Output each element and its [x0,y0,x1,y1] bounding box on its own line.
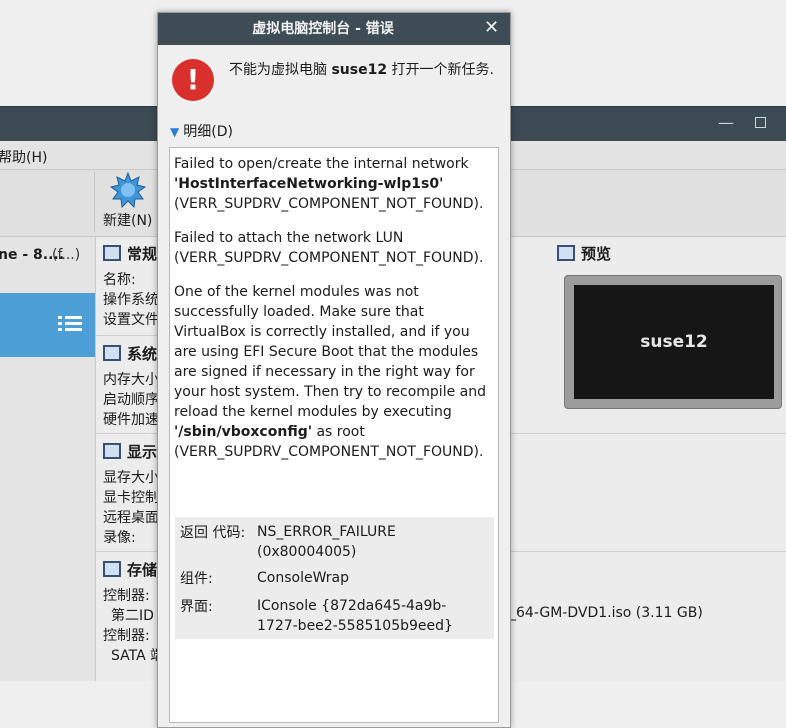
system-row-acceleration: 硬件加速 [103,412,159,428]
display-row-recording: 录像: [103,530,136,546]
new-vm-icon[interactable] [110,172,146,208]
preview-vm-label: suse12 [640,332,708,352]
storage-section-title: 存储 [127,561,158,579]
dialog-titlebar: 虚拟电脑控制台 - 错误 ✕ [158,13,510,45]
storage-iso-file: _64-GM-DVD1.iso (3.11 GB) [509,605,703,621]
close-icon[interactable]: ✕ [484,17,499,38]
new-button-label[interactable]: 新建(N) [103,210,152,230]
error-icon: ! [172,59,214,101]
preview-screen: suse12 [574,285,774,399]
preview-section-title: 预览 [581,245,612,263]
details-paragraph-3: One of the kernel modules was not succes… [174,282,496,462]
display-row-vram: 显存大小 [103,470,159,486]
display-section-icon [103,443,121,459]
system-row-boot-order: 启动顺序 [103,392,159,408]
error-dialog: 虚拟电脑控制台 - 错误 ✕ ! 不能为虚拟电脑 suse12 打开一个新任务.… [157,12,511,728]
details-p1-network-name: 'HostInterfaceNetworking-wlp1s0' [174,176,444,192]
minimize-icon[interactable]: — [718,113,734,132]
result-code-value: NS_ERROR_FAILURE (0x80004005) [257,524,396,560]
storage-row-controller: 控制器: [103,588,150,604]
details-textbox[interactable]: Failed to open/create the internal netwo… [169,147,499,723]
general-row-settings-file: 设置文件 [103,312,159,328]
menu-help[interactable]: 帮助(H) [0,147,47,167]
details-p3-text: One of the kernel modules was not succes… [174,284,486,420]
display-row-graphics-controller: 显卡控制 [103,490,159,506]
maximize-icon[interactable] [755,117,766,128]
component-label: 组件: [180,571,213,587]
storage-row-secondary-ide: 第二ID [111,608,154,624]
storage-section-icon [103,561,121,577]
error-message-suffix: 打开一个新任务. [387,62,494,78]
details-toggle[interactable]: ▼ 明细(D) [170,121,233,141]
result-code-label: 返回 代码: [180,525,246,541]
details-text: Failed to open/create the internal netwo… [174,154,496,476]
storage-row-controller-2: 控制器: [103,628,150,644]
error-info-table: 返回 代码: NS_ERROR_FAILURE (0x80004005) 组件:… [175,517,494,639]
preview-section-icon [557,245,575,261]
error-message: 不能为虚拟电脑 suse12 打开一个新任务. [229,59,499,81]
details-p1-code: (VERR_SUPDRV_COMPONENT_NOT_FOUND). [174,196,484,212]
general-row-os: 操作系统 [103,292,159,308]
system-row-memory: 内存大小 [103,372,159,388]
vm-list-item-extra: (f...) [52,247,81,263]
details-p3-command: '/sbin/vboxconfig' [174,424,312,440]
interface-value: IConsole {872da645-4a9b-1727-bee2-558510… [257,598,453,634]
error-message-prefix: 不能为虚拟电脑 [229,62,332,78]
display-section-title: 显示 [127,443,158,461]
dialog-title: 虚拟电脑控制台 - 错误 [252,21,394,37]
general-section-title: 常规 [127,245,158,263]
interface-label: 界面: [180,599,213,615]
system-section-title: 系统 [127,345,158,363]
component-value: ConsoleWrap [257,570,350,586]
details-toggle-label[interactable]: 明细(D) [183,124,233,140]
error-message-vm-name: suse12 [331,62,388,78]
details-paragraph-1: Failed to open/create the internal netwo… [174,154,496,214]
menu-list-icon[interactable] [58,313,82,334]
general-section-icon [103,245,121,261]
toolbar-separator [94,172,95,232]
display-row-remote-desktop: 远程桌面 [103,510,159,526]
details-p1-text: Failed to open/create the internal netwo… [174,156,469,172]
general-row-name: 名称: [103,272,136,288]
system-section-icon [103,345,121,361]
vm-list: ne - 8.... (f...) [0,237,96,681]
details-paragraph-2: Failed to attach the network LUN (VERR_S… [174,230,484,266]
expand-arrow-icon[interactable]: ▼ [170,125,179,139]
